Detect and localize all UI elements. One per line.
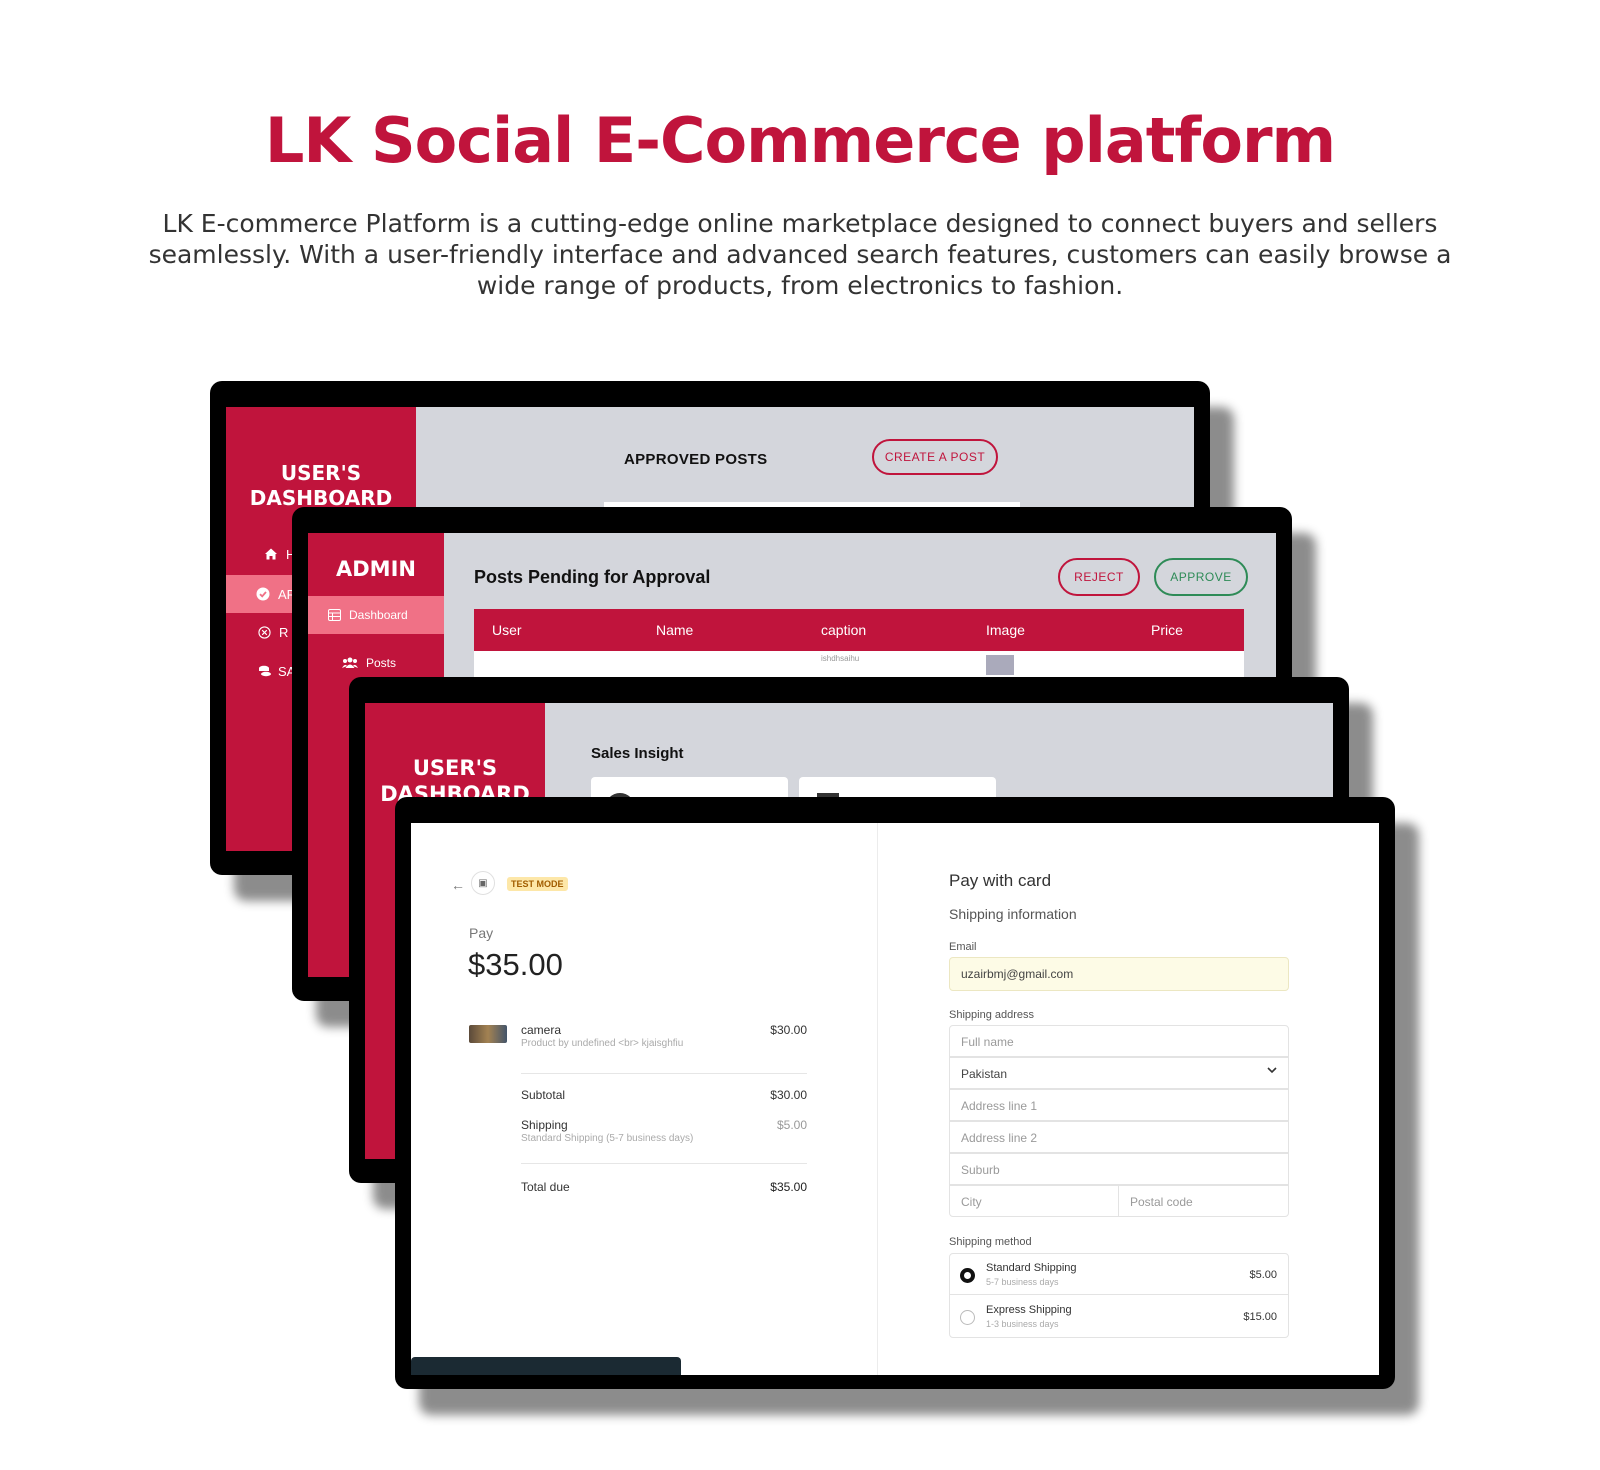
- address-line1-field[interactable]: Address line 1: [949, 1089, 1289, 1121]
- pay-with-card-title: Pay with card: [949, 871, 1052, 890]
- column-header-price: Price: [1151, 622, 1183, 638]
- checkout-screen: ← ▣ TEST MODE Pay $35.00 camera Product …: [411, 823, 1379, 1375]
- sidebar-title-line1: USER'S: [412, 756, 498, 780]
- table-icon: [328, 609, 341, 621]
- check-circle-icon: [256, 587, 270, 601]
- column-header-user: User: [492, 622, 522, 638]
- shipping-method-label: Shipping method: [949, 1236, 1032, 1248]
- users-icon: [342, 657, 358, 669]
- create-post-button[interactable]: CREATE A POST: [872, 439, 998, 475]
- page-title: Sales Insight: [591, 745, 684, 762]
- sidebar-title-line1: USER'S: [280, 461, 362, 485]
- divider: [521, 1163, 807, 1164]
- hero-description: LK E-commerce Platform is a cutting-edge…: [148, 209, 1452, 300]
- option-price: $15.00: [1243, 1311, 1277, 1323]
- postal-code-field[interactable]: Postal code: [1118, 1185, 1289, 1217]
- address-line2-field[interactable]: Address line 2: [949, 1121, 1289, 1153]
- shipping-description: Standard Shipping (5-7 business days): [521, 1133, 694, 1144]
- country-select[interactable]: Pakistan: [949, 1057, 1289, 1089]
- option-price: $5.00: [1249, 1269, 1277, 1281]
- coins-icon: [258, 664, 272, 678]
- home-icon: [264, 547, 278, 561]
- footer-bar: [411, 1357, 681, 1375]
- test-mode-badge: TEST MODE: [507, 877, 568, 891]
- hero-title: LK Social E-Commerce platform: [264, 104, 1336, 177]
- pay-label: Pay: [469, 925, 494, 941]
- total-value: $35.00: [770, 1180, 807, 1194]
- column-header-caption: caption: [821, 622, 867, 638]
- chevron-down-icon: [1266, 1064, 1278, 1079]
- panel-divider: [877, 823, 878, 1375]
- subtotal-value: $30.00: [770, 1088, 807, 1102]
- row-image-thumbnail: [986, 655, 1014, 675]
- product-thumbnail: [469, 1025, 507, 1043]
- page-title: APPROVED POSTS: [624, 451, 768, 468]
- radio-unselected-icon[interactable]: [960, 1310, 975, 1325]
- shipping-option-standard[interactable]: Standard Shipping 5-7 business days $5.0…: [949, 1253, 1289, 1295]
- sidebar-item-label: Posts: [366, 656, 397, 670]
- row-caption: ishdhsaihu: [821, 654, 860, 663]
- email-label: Email: [949, 941, 977, 953]
- column-header-name: Name: [656, 622, 694, 638]
- sidebar-item-label: R: [279, 624, 289, 640]
- back-arrow-icon[interactable]: ←: [451, 877, 465, 893]
- subtotal-label: Subtotal: [521, 1088, 566, 1102]
- divider: [521, 1073, 807, 1074]
- city-field[interactable]: City: [949, 1185, 1119, 1217]
- sidebar-item-dashboard[interactable]: Dashboard: [308, 596, 444, 634]
- sidebar-title: ADMIN: [336, 557, 416, 581]
- country-value: Pakistan: [961, 1067, 1008, 1081]
- item-description: Product by undefined <br> kjaisghfiu: [521, 1038, 684, 1049]
- pay-amount: $35.00: [468, 947, 563, 982]
- email-field[interactable]: uzairbmj@gmail.com: [949, 957, 1289, 991]
- x-circle-icon: [258, 625, 271, 639]
- sidebar-title: USER'S DASHBOARD: [226, 461, 416, 511]
- total-label: Total due: [521, 1180, 570, 1194]
- payment-form: Pay with card Shipping information Email…: [949, 823, 1349, 1375]
- item-name: camera: [521, 1023, 562, 1037]
- suburb-field[interactable]: Suburb: [949, 1153, 1289, 1185]
- posts-table-header: User Name caption Image Price: [474, 609, 1244, 651]
- approve-button[interactable]: APPROVE: [1154, 558, 1248, 596]
- page-title: Posts Pending for Approval: [474, 567, 711, 587]
- screenshot-checkout: ← ▣ TEST MODE Pay $35.00 camera Product …: [395, 797, 1395, 1389]
- option-days: 5-7 business days: [986, 1277, 1059, 1287]
- store-icon: ▣: [471, 871, 495, 895]
- radio-selected-icon[interactable]: [960, 1268, 975, 1283]
- order-summary: ← ▣ TEST MODE Pay $35.00 camera Product …: [411, 823, 877, 1375]
- shipping-info-heading: Shipping information: [949, 906, 1077, 922]
- column-header-image: Image: [986, 622, 1025, 638]
- option-name: Standard Shipping: [986, 1262, 1077, 1274]
- reject-button[interactable]: REJECT: [1058, 558, 1140, 596]
- shipping-value: $5.00: [776, 1118, 807, 1132]
- full-name-field[interactable]: Full name: [949, 1025, 1289, 1057]
- option-name: Express Shipping: [986, 1304, 1072, 1316]
- shipping-address-label: Shipping address: [949, 1009, 1035, 1021]
- shipping-label: Shipping: [521, 1118, 568, 1132]
- option-days: 1-3 business days: [986, 1319, 1059, 1329]
- shipping-option-express[interactable]: Express Shipping 1-3 business days $15.0…: [949, 1294, 1289, 1338]
- item-price: $30.00: [770, 1023, 807, 1037]
- sidebar-item-label: Dashboard: [349, 608, 408, 622]
